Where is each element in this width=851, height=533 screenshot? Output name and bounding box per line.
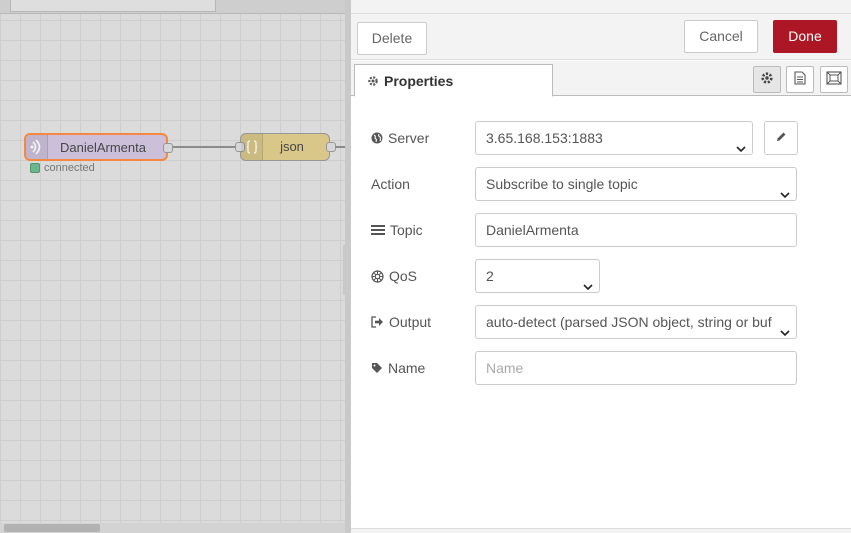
action-label-text: Action [371,176,410,192]
server-label-text: Server [388,130,430,146]
gear-icon [367,75,379,87]
chevron-down-icon [780,179,790,200]
server-select-value: 3.65.168.153:1883 [486,130,603,146]
action-select-value: Subscribe to single topic [486,176,638,192]
action-row: Action Subscribe to single topic [351,167,851,201]
qos-label-text: QoS [389,268,418,284]
output-row: Output auto-detect (parsed JSON object, … [351,305,851,339]
server-select[interactable]: 3.65.168.153:1883 [475,121,753,155]
qos-select-value: 2 [486,268,494,284]
server-label: Server [371,121,429,155]
chevron-down-icon [583,271,593,292]
tray-header [351,0,851,14]
tab-properties-label: Properties [384,72,454,89]
topic-label-text: Topic [390,222,423,238]
node-appearance-icon [826,71,842,88]
done-button[interactable]: Done [773,20,837,53]
chevron-down-icon [780,317,790,338]
output-label-text: Output [389,314,432,330]
name-row: Name Name [351,351,851,385]
node-edit-tray: Delete Cancel Done Properties Server 3.6… [345,0,851,533]
chevron-down-icon [736,133,746,154]
server-row: Server 3.65.168.153:1883 [351,121,851,155]
appearance-tab-button[interactable] [820,66,848,93]
name-label: Name [371,351,425,385]
gear-icon [760,71,774,88]
document-icon [794,71,806,88]
cancel-button[interactable]: Cancel [684,20,758,53]
workspace-dim-overlay [0,0,345,533]
output-select[interactable]: auto-detect (parsed JSON object, string … [475,305,797,339]
action-select[interactable]: Subscribe to single topic [475,167,797,201]
tab-properties[interactable]: Properties [354,64,553,97]
tasks-icon [371,225,385,235]
topic-row: Topic DanielArmenta [351,213,851,247]
tray-footer [351,528,851,533]
sign-out-icon [371,316,384,328]
delete-button[interactable]: Delete [357,22,427,55]
pencil-icon [775,130,787,146]
empire-icon [371,269,384,283]
output-select-value: auto-detect (parsed JSON object, string … [486,314,772,330]
output-label: Output [371,305,431,339]
topic-input[interactable]: DanielArmenta [475,213,797,247]
qos-row: QoS 2 [351,259,851,293]
globe-icon [371,132,383,144]
description-tab-button[interactable] [786,66,814,93]
name-label-text: Name [388,360,426,376]
tray-tabs: Properties [351,61,851,97]
properties-tab-button[interactable] [753,66,781,93]
name-input[interactable]: Name [475,351,797,385]
tray-toolbar: Delete Cancel Done [351,14,851,60]
flow-workspace[interactable]: DanielArmenta connected json [0,0,345,533]
topic-label: Topic [371,213,423,247]
qos-select[interactable]: 2 [475,259,600,293]
action-label: Action [371,167,410,201]
edit-server-button[interactable] [764,121,798,155]
tag-icon [371,362,383,374]
qos-label: QoS [371,259,417,293]
